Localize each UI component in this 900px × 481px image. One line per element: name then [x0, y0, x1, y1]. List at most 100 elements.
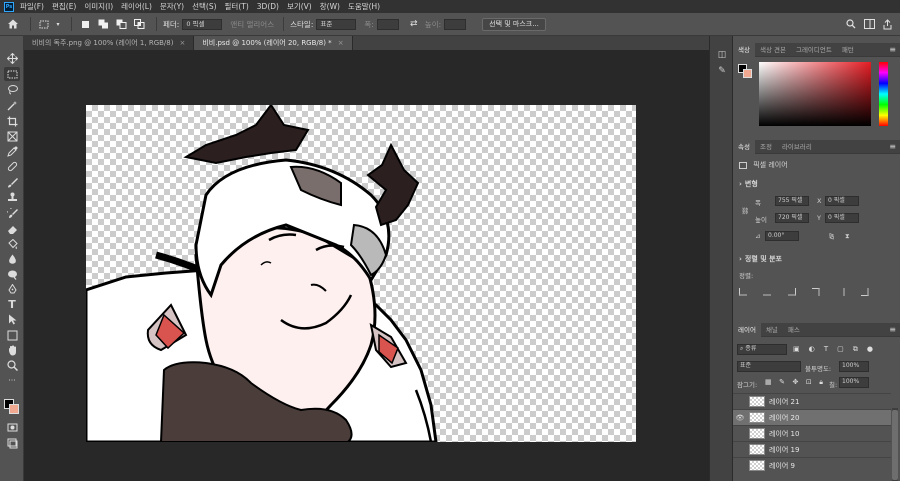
panel-menu-icon[interactable]: ≡ [889, 142, 896, 151]
marquee-tool-icon[interactable] [4, 67, 20, 81]
lasso-tool-icon[interactable] [4, 82, 20, 96]
lock-pixels-icon[interactable]: ✎ [779, 378, 785, 387]
zoom-tool-icon[interactable] [4, 358, 20, 372]
eyedropper-tool-icon[interactable] [4, 144, 20, 158]
share-icon[interactable] [880, 17, 894, 31]
healing-brush-tool-icon[interactable] [4, 159, 20, 173]
magic-wand-tool-icon[interactable] [4, 98, 20, 112]
menu-filter[interactable]: 필터(T) [225, 1, 249, 12]
width-input[interactable]: 755 픽셀 [775, 196, 809, 206]
new-selection-icon[interactable] [78, 17, 92, 31]
lock-artboard-icon[interactable]: ⊡ [806, 378, 812, 387]
align-right-icon[interactable] [787, 288, 796, 296]
fill-input[interactable]: 100% [839, 377, 869, 388]
menu-window[interactable]: 창(W) [320, 1, 340, 12]
add-selection-icon[interactable] [96, 17, 110, 31]
brush-settings-icon[interactable]: ✎ [716, 66, 728, 78]
screen-mode-icon[interactable] [4, 436, 20, 450]
opacity-input[interactable]: 100% [839, 361, 869, 372]
document-canvas[interactable] [86, 105, 636, 442]
hand-tool-icon[interactable] [4, 343, 20, 357]
pen-tool-icon[interactable] [4, 282, 20, 296]
layer-row[interactable]: 레이어 19 [733, 441, 891, 457]
color-picker-field[interactable] [759, 62, 871, 126]
style-select[interactable]: 표준 [316, 18, 357, 30]
frame-tool-icon[interactable] [4, 129, 20, 143]
brush-tool-icon[interactable] [4, 175, 20, 189]
type-tool-icon[interactable]: T [4, 297, 20, 311]
move-tool-icon[interactable] [4, 51, 20, 65]
menu-help[interactable]: 도움말(H) [348, 1, 380, 12]
antialias-checkbox[interactable]: 앤티 앨리어스 [230, 19, 274, 30]
filter-shape-icon[interactable]: ▢ [837, 345, 844, 354]
layer-row[interactable]: 레이어 9 [733, 457, 891, 473]
close-icon[interactable]: × [179, 39, 185, 47]
feather-input[interactable]: 0 픽셀 [182, 18, 223, 30]
quick-mask-icon[interactable] [4, 420, 20, 434]
crop-tool-icon[interactable] [4, 114, 20, 128]
angle-input[interactable]: 0.00° [765, 231, 799, 241]
panel-menu-icon[interactable]: ≡ [889, 325, 896, 334]
lock-position-icon[interactable]: ✥ [793, 378, 799, 387]
home-icon[interactable] [6, 17, 20, 31]
layer-filter-select[interactable]: ⌕ 종류 [737, 344, 787, 355]
flip-horizontal-icon[interactable]: ⧎ [829, 232, 834, 240]
menu-image[interactable]: 이미지(I) [84, 1, 113, 12]
chevron-down-icon[interactable]: › [739, 180, 742, 188]
menu-layer[interactable]: 레이어(L) [121, 1, 152, 12]
shape-tool-icon[interactable] [4, 328, 20, 342]
chevron-down-icon[interactable]: ▾ [55, 17, 61, 31]
align-center-h-icon[interactable] [763, 288, 772, 296]
y-input[interactable]: 0 픽셀 [825, 213, 859, 223]
tab-paths[interactable]: 패스 [783, 323, 805, 337]
menu-3d[interactable]: 3D(D) [257, 2, 279, 11]
intersect-selection-icon[interactable] [132, 17, 146, 31]
eye-icon[interactable]: 👁︎ [733, 414, 747, 422]
filter-smart-icon[interactable]: ⧉ [853, 345, 858, 354]
lock-all-icon[interactable]: 🔒︎ [819, 378, 823, 387]
workspace-icon[interactable] [862, 17, 876, 31]
search-icon[interactable] [844, 17, 858, 31]
x-input[interactable]: 0 픽셀 [825, 196, 859, 206]
filter-type-icon[interactable]: T [824, 345, 828, 354]
eraser-tool-icon[interactable] [4, 222, 20, 236]
chevron-down-icon[interactable]: › [739, 255, 742, 263]
hue-slider[interactable] [879, 62, 888, 126]
canvas-area[interactable] [24, 50, 709, 481]
gradient-tool-icon[interactable] [4, 237, 20, 251]
lock-transparency-icon[interactable]: ▦ [765, 378, 772, 387]
align-top-icon[interactable] [812, 288, 821, 296]
more-tools-icon[interactable]: ··· [4, 373, 20, 387]
filter-pixel-icon[interactable]: ▣ [793, 345, 800, 354]
close-icon[interactable]: × [338, 39, 344, 47]
select-and-mask-button[interactable]: 선택 및 마스크... [482, 17, 546, 31]
blur-tool-icon[interactable] [4, 252, 20, 266]
tab-swatches[interactable]: 색상 견본 [755, 43, 791, 57]
history-brush-tool-icon[interactable] [4, 206, 20, 220]
align-left-icon[interactable] [739, 288, 747, 296]
marquee-preset-icon[interactable] [37, 17, 51, 31]
panel-background-swatch[interactable] [743, 69, 752, 78]
align-bottom-icon[interactable] [860, 288, 869, 296]
menu-type[interactable]: 문자(Y) [160, 1, 184, 12]
panel-menu-icon[interactable]: ≡ [889, 45, 896, 54]
layer-row[interactable]: 레이어 21 [733, 393, 891, 409]
doc-tab-1[interactable]: 비비의 독주.png @ 100% (레이어 1, RGB/8) × [24, 36, 195, 50]
doc-tab-2[interactable]: 비비.psd @ 100% (레이어 20, RGB/8) * × [194, 36, 353, 50]
path-selection-tool-icon[interactable] [4, 312, 20, 326]
flip-vertical-icon[interactable]: ⧗ [845, 232, 850, 241]
tab-channels[interactable]: 채널 [761, 323, 783, 337]
layers-scrollbar[interactable] [892, 408, 898, 481]
blend-mode-select[interactable]: 표준 [737, 361, 801, 372]
align-middle-icon[interactable] [837, 288, 845, 296]
filter-toggle-icon[interactable]: ● [867, 345, 873, 354]
background-color-swatch[interactable] [9, 404, 19, 414]
link-icon[interactable]: ⛓ [741, 207, 749, 215]
subtract-selection-icon[interactable] [114, 17, 128, 31]
tab-libraries[interactable]: 라이브러리 [777, 140, 817, 154]
layer-row[interactable]: 👁︎ 레이어 20 [733, 409, 891, 425]
menu-file[interactable]: 파일(F) [20, 1, 44, 12]
menu-edit[interactable]: 편집(E) [52, 1, 76, 12]
dodge-tool-icon[interactable] [4, 267, 20, 281]
height-input[interactable]: 720 픽셀 [775, 213, 809, 223]
